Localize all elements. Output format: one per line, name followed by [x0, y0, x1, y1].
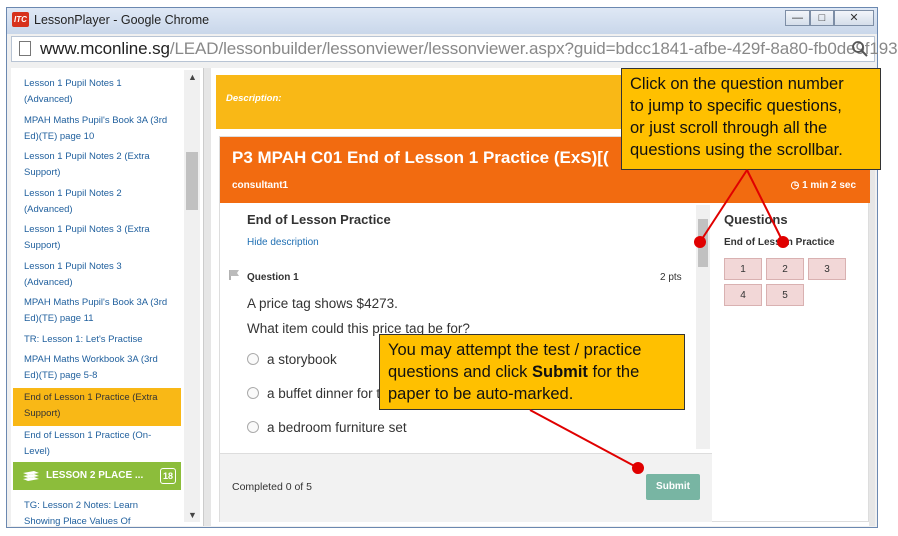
arrow-line-questions	[746, 169, 784, 243]
arrow-dot-submit	[632, 462, 644, 474]
annotation-arrows	[529, 169, 789, 474]
arrow-line-scrollbar	[699, 169, 748, 243]
arrow-dot-scrollbar	[694, 236, 706, 248]
arrow-dot-questions	[777, 236, 789, 248]
arrow-line-submit	[529, 409, 639, 469]
